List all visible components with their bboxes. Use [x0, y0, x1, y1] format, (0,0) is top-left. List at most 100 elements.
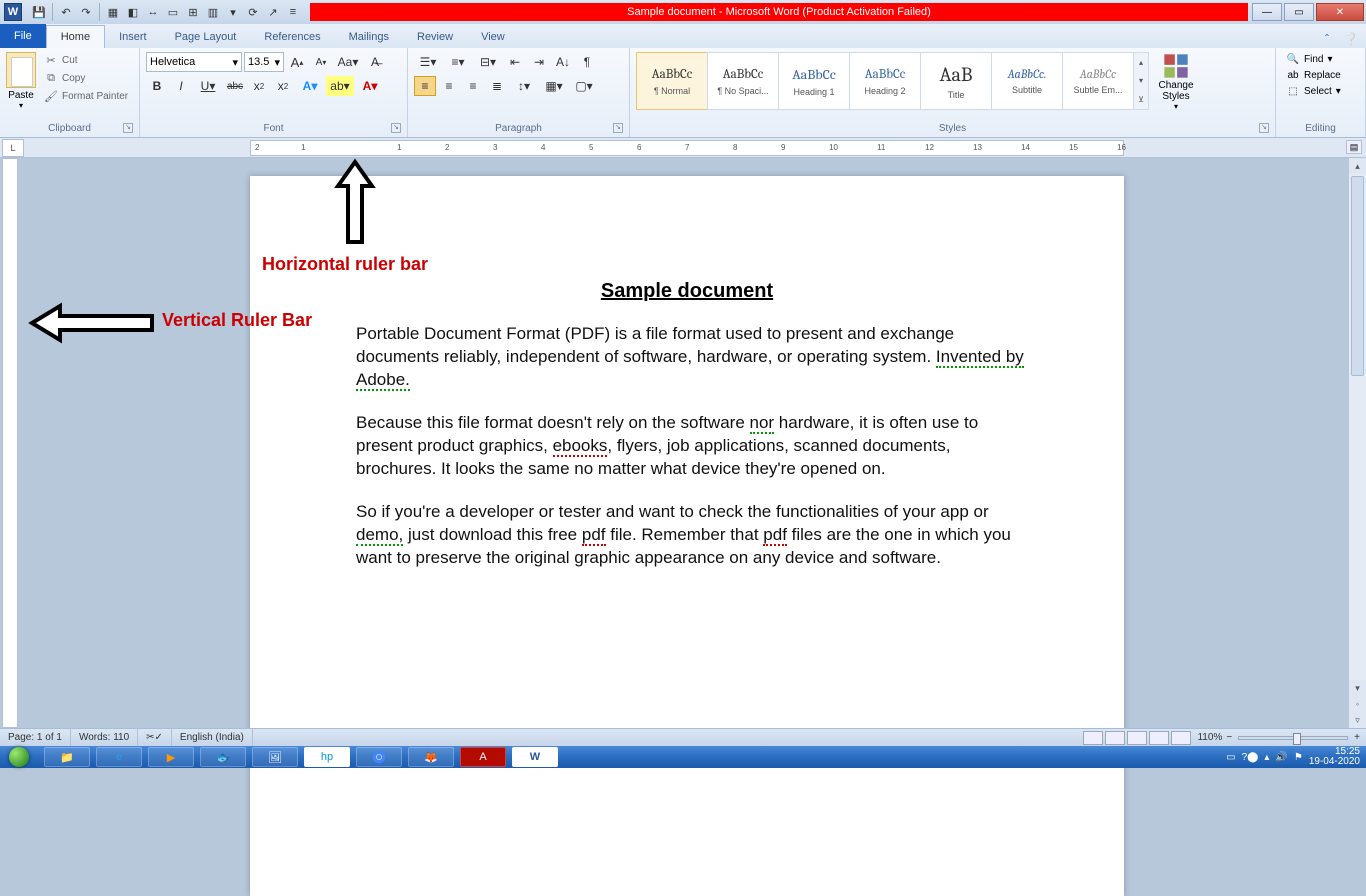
- qat-btn-grid-icon[interactable]: ▦: [104, 3, 122, 21]
- qat-btn-icon[interactable]: ▭: [164, 3, 182, 21]
- style-heading-2[interactable]: AaBbCcHeading 2: [849, 52, 921, 110]
- scroll-up-icon[interactable]: ▴: [1349, 158, 1366, 174]
- close-button[interactable]: ✕: [1316, 3, 1364, 21]
- justify-button[interactable]: ≣: [486, 76, 508, 96]
- copy-button[interactable]: ⧉Copy: [42, 70, 130, 86]
- scrollbar-thumb[interactable]: [1351, 176, 1364, 376]
- view-outline-icon[interactable]: [1149, 731, 1169, 745]
- qat-btn-icon[interactable]: ↔: [144, 3, 162, 21]
- zoom-out-button[interactable]: −: [1226, 732, 1232, 743]
- style-normal[interactable]: AaBbCc¶ Normal: [636, 52, 708, 110]
- minimize-ribbon-icon[interactable]: ˆ: [1318, 30, 1336, 48]
- bold-button[interactable]: B: [146, 76, 168, 96]
- view-web-layout-icon[interactable]: [1127, 731, 1147, 745]
- shrink-font-button[interactable]: A▾: [310, 52, 332, 72]
- bullets-button[interactable]: ☰▾: [414, 52, 442, 72]
- styles-gallery-more-icon[interactable]: ▴▾⊻: [1133, 52, 1149, 110]
- increase-indent-button[interactable]: ⇥: [528, 52, 550, 72]
- tray-network-icon[interactable]: ⚑: [1294, 752, 1303, 763]
- multilevel-list-button[interactable]: ⊟▾: [474, 52, 502, 72]
- redo-icon[interactable]: ↷: [77, 3, 95, 21]
- style-title[interactable]: AaBTitle: [920, 52, 992, 110]
- horizontal-ruler[interactable]: 21 12 34 56 78 910 1112 1314 1516: [250, 140, 1124, 156]
- taskbar-hp-icon[interactable]: hp: [304, 747, 350, 767]
- taskbar-explorer-icon[interactable]: 📁: [44, 747, 90, 767]
- font-name-select[interactable]: Helvetica▾: [146, 52, 242, 72]
- status-language[interactable]: English (India): [172, 729, 253, 746]
- underline-button[interactable]: U▾: [194, 76, 222, 96]
- strikethrough-button[interactable]: abc: [224, 76, 246, 96]
- dialog-launcher-icon[interactable]: ↘: [1259, 123, 1269, 133]
- document-page[interactable]: Sample document Portable Document Format…: [250, 176, 1124, 896]
- find-button[interactable]: 🔍Find ▾: [1286, 52, 1332, 66]
- zoom-level[interactable]: 110%: [1193, 732, 1226, 743]
- grow-font-button[interactable]: A▴: [286, 52, 308, 72]
- tab-view[interactable]: View: [467, 25, 519, 48]
- tray-show-hidden-icon[interactable]: ▴: [1264, 752, 1269, 763]
- prev-page-icon[interactable]: ◦: [1349, 696, 1366, 712]
- qat-btn-icon[interactable]: ≡: [284, 3, 302, 21]
- status-proofing-icon[interactable]: ✂✓: [138, 729, 172, 746]
- cut-button[interactable]: ✂Cut: [42, 52, 130, 68]
- format-painter-button[interactable]: 🖌Format Painter: [42, 88, 130, 104]
- style-subtitle[interactable]: AaBbCc.Subtitle: [991, 52, 1063, 110]
- shading-button[interactable]: ▦▾: [540, 76, 568, 96]
- taskbar-wmp-icon[interactable]: ▶: [148, 747, 194, 767]
- change-case-button[interactable]: Aa▾: [334, 52, 362, 72]
- help-icon[interactable]: ❔: [1342, 30, 1360, 48]
- superscript-button[interactable]: x2: [272, 76, 294, 96]
- view-full-screen-icon[interactable]: [1105, 731, 1125, 745]
- style-heading-1[interactable]: AaBbCcHeading 1: [778, 52, 850, 110]
- line-spacing-button[interactable]: ↕▾: [510, 76, 538, 96]
- tray-icon[interactable]: ▭: [1226, 752, 1235, 763]
- text-effects-button[interactable]: A▾: [296, 76, 324, 96]
- change-styles-button[interactable]: Change Styles ▾: [1149, 52, 1203, 111]
- qat-btn-icon[interactable]: ↗: [264, 3, 282, 21]
- dialog-launcher-icon[interactable]: ↘: [391, 123, 401, 133]
- ruler-toggle-icon[interactable]: ▤: [1346, 140, 1362, 154]
- paste-button[interactable]: Paste ▾: [4, 50, 38, 112]
- qat-btn-icon[interactable]: ⊞: [184, 3, 202, 21]
- tab-page-layout[interactable]: Page Layout: [161, 25, 251, 48]
- taskbar-app-icon[interactable]: 🐟: [200, 747, 246, 767]
- status-page[interactable]: Page: 1 of 1: [0, 729, 71, 746]
- highlight-button[interactable]: ab▾: [326, 76, 354, 96]
- minimize-button[interactable]: —: [1252, 3, 1282, 21]
- decrease-indent-button[interactable]: ⇤: [504, 52, 526, 72]
- tray-action-center-icon[interactable]: ?⬤: [1242, 752, 1259, 763]
- taskbar-word-icon[interactable]: W: [512, 747, 558, 767]
- start-button[interactable]: [0, 746, 38, 768]
- save-icon[interactable]: 💾: [30, 3, 48, 21]
- view-draft-icon[interactable]: [1171, 731, 1191, 745]
- replace-button[interactable]: abReplace: [1286, 68, 1341, 82]
- style-no-spacing[interactable]: AaBbCc¶ No Spaci...: [707, 52, 779, 110]
- qat-btn-icon[interactable]: ▥: [204, 3, 222, 21]
- taskbar-adobe-icon[interactable]: A: [460, 747, 506, 767]
- vertical-ruler[interactable]: [2, 158, 18, 728]
- status-words[interactable]: Words: 110: [71, 729, 138, 746]
- dialog-launcher-icon[interactable]: ↘: [123, 123, 133, 133]
- font-color-button[interactable]: A▾: [356, 76, 384, 96]
- style-subtle-emphasis[interactable]: AaBbCcSubtle Em...: [1062, 52, 1134, 110]
- taskbar-app-icon[interactable]: 🖼: [252, 747, 298, 767]
- undo-icon[interactable]: ↶: [57, 3, 75, 21]
- zoom-in-button[interactable]: +: [1354, 732, 1366, 743]
- vertical-scrollbar[interactable]: ▴ ▾ ◦ ▿: [1348, 158, 1366, 728]
- next-page-icon[interactable]: ▿: [1349, 712, 1366, 728]
- qat-btn-icon[interactable]: ⟳: [244, 3, 262, 21]
- tab-references[interactable]: References: [250, 25, 334, 48]
- italic-button[interactable]: I: [170, 76, 192, 96]
- tab-selector-icon[interactable]: L: [2, 139, 24, 157]
- align-left-button[interactable]: ≡: [414, 76, 436, 96]
- taskbar-ie-icon[interactable]: e: [96, 747, 142, 767]
- clear-formatting-button[interactable]: A̶: [364, 52, 386, 72]
- zoom-slider[interactable]: [1238, 736, 1348, 740]
- select-button[interactable]: ⬚Select ▾: [1286, 84, 1341, 98]
- qat-btn-icon[interactable]: ◧: [124, 3, 142, 21]
- align-right-button[interactable]: ≡: [462, 76, 484, 96]
- borders-button[interactable]: ▢▾: [570, 76, 598, 96]
- tray-volume-icon[interactable]: 🔊: [1275, 752, 1287, 763]
- numbering-button[interactable]: ≡▾: [444, 52, 472, 72]
- font-size-select[interactable]: 13.5▾: [244, 52, 284, 72]
- tab-insert[interactable]: Insert: [105, 25, 161, 48]
